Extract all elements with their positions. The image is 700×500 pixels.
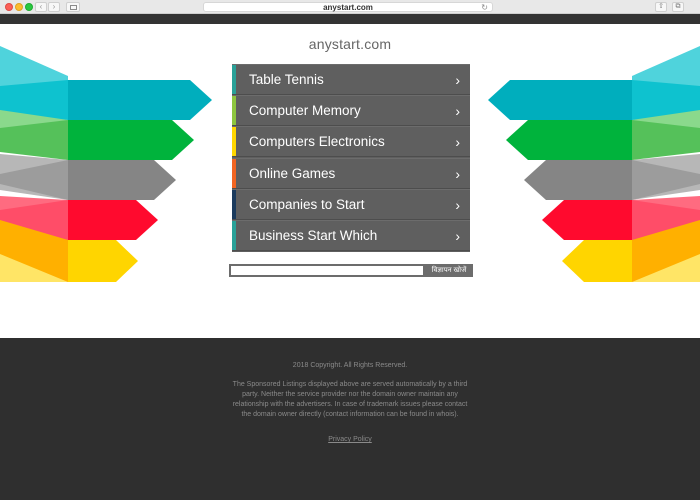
reload-icon[interactable]: ↻ — [481, 3, 488, 12]
left-arrow-yellow — [68, 240, 138, 282]
right-arrow-green — [506, 120, 632, 160]
chevron-right-icon: › — [455, 103, 460, 119]
menu-item-accent — [232, 190, 236, 219]
menu-item-accent — [232, 221, 236, 250]
menu-item-label: Online Games — [249, 166, 336, 181]
menu-item-companies-to-start[interactable]: Companies to Start › — [232, 189, 470, 220]
menu-item-computer-memory[interactable]: Computer Memory › — [232, 95, 470, 126]
menu-item-business-start-which[interactable]: Business Start Which › — [232, 220, 470, 251]
chevron-left-icon: ‹ — [39, 2, 43, 11]
footer: 2018 Copyright. All Rights Reserved. The… — [0, 338, 700, 500]
chevron-right-icon: › — [455, 72, 460, 88]
back-button[interactable]: ‹ — [35, 2, 47, 12]
minimize-window-button[interactable] — [15, 3, 23, 11]
menu-item-label: Business Start Which — [249, 228, 378, 243]
chevron-right-icon: › — [455, 197, 460, 213]
sidebar-toggle-button[interactable] — [66, 2, 80, 12]
right-arrow-red — [542, 200, 632, 240]
menu-item-label: Companies to Start — [249, 197, 365, 212]
share-icon: ⇧ — [658, 3, 664, 10]
related-links-menu: Table Tennis › Computer Memory › Compute… — [232, 64, 470, 252]
address-bar[interactable]: anystart.com ↻ — [203, 2, 493, 12]
address-text: anystart.com — [323, 3, 373, 12]
right-arrow-gray — [524, 160, 632, 200]
maximize-window-button[interactable] — [25, 3, 33, 11]
disclaimer-text: The Sponsored Listings displayed above a… — [232, 381, 468, 418]
menu-item-label: Computers Electronics — [249, 134, 385, 149]
menu-item-online-games[interactable]: Online Games › — [232, 158, 470, 189]
top-dark-bar — [0, 14, 700, 24]
chevron-right-icon: › — [455, 228, 460, 244]
forward-button[interactable]: › — [48, 2, 60, 12]
search-button[interactable]: विज्ञापन खोजें — [425, 264, 473, 277]
menu-item-accent — [232, 65, 236, 94]
search-input[interactable] — [229, 264, 425, 277]
chevron-right-icon: › — [52, 2, 56, 11]
left-arrow-cyan — [68, 80, 212, 120]
close-window-button[interactable] — [5, 3, 13, 11]
menu-item-accent — [232, 159, 236, 188]
menu-item-label: Table Tennis — [249, 72, 324, 87]
share-button[interactable]: ⇧ — [655, 2, 667, 12]
menu-item-computers-electronics[interactable]: Computers Electronics › — [232, 126, 470, 157]
copyright-text: 2018 Copyright. All Rights Reserved. — [292, 362, 408, 369]
chevron-right-icon: › — [455, 166, 460, 182]
tabs-icon: ⧉ — [675, 3, 681, 10]
sidebar-icon — [70, 5, 77, 10]
left-arrow-green — [68, 120, 194, 160]
left-arrow-gray — [68, 160, 176, 200]
browser-toolbar: ‹ › anystart.com ↻ ⇧ ⧉ — [0, 0, 700, 14]
menu-item-table-tennis[interactable]: Table Tennis › — [232, 64, 470, 95]
menu-item-label: Computer Memory — [249, 103, 361, 118]
right-arrow-yellow — [562, 240, 632, 282]
left-arrow-red — [68, 200, 158, 240]
tabs-button[interactable]: ⧉ — [672, 2, 684, 12]
menu-item-accent — [232, 127, 236, 156]
chevron-right-icon: › — [455, 134, 460, 150]
right-arrow-cyan — [488, 80, 632, 120]
privacy-policy-link[interactable]: Privacy Policy — [0, 436, 700, 443]
ad-search-form: विज्ञापन खोजें — [229, 264, 473, 277]
menu-item-accent — [232, 96, 236, 125]
